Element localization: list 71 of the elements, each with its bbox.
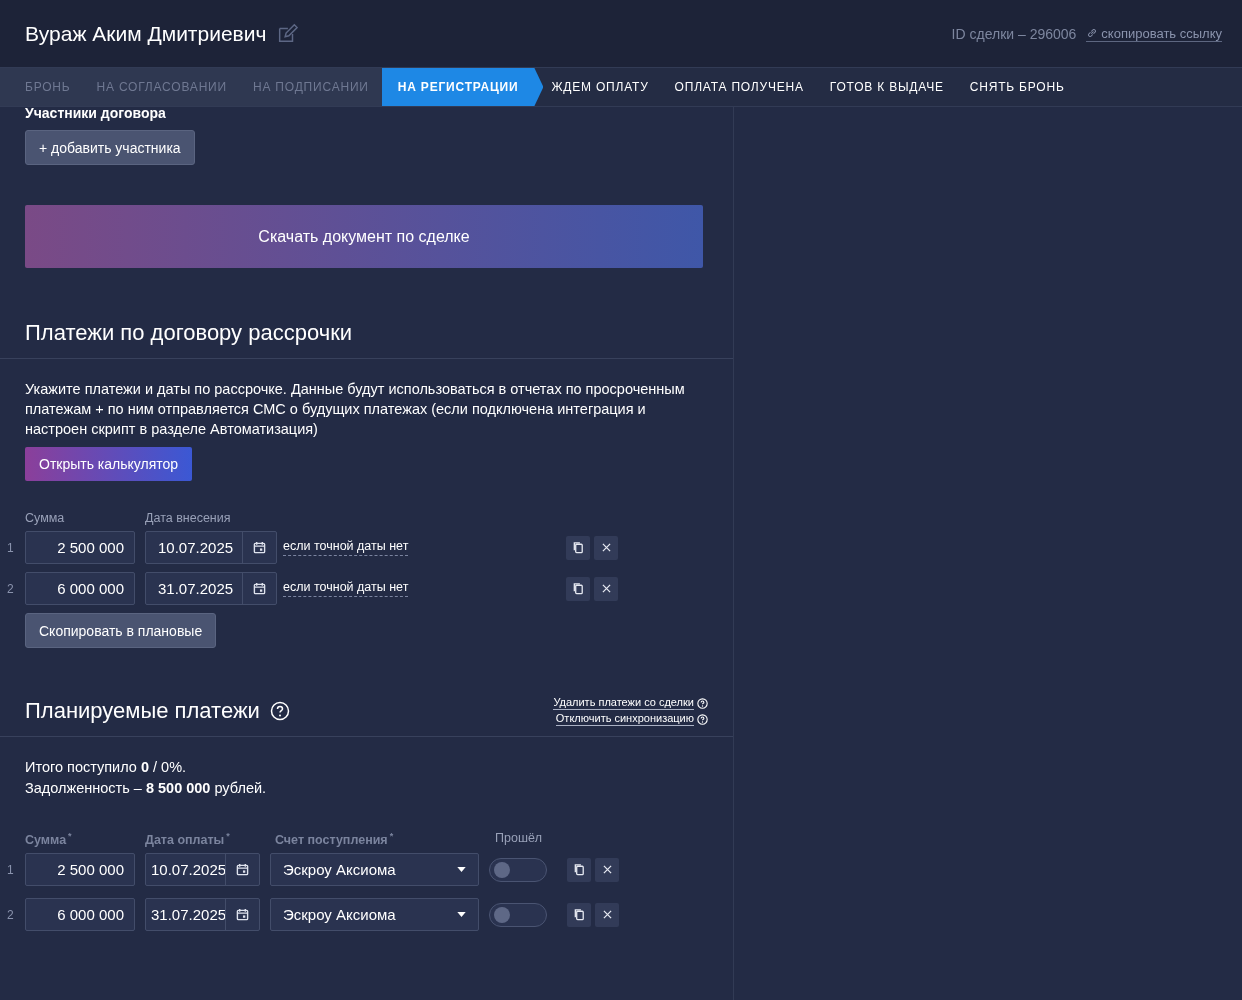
no-date-link[interactable]: если точной даты нет: [283, 539, 409, 556]
duplicate-button[interactable]: [567, 857, 591, 882]
status-tab[interactable]: ЖДЕМ ОПЛАТУ: [543, 68, 662, 106]
close-button[interactable]: [594, 576, 618, 601]
close-icon: [601, 584, 611, 593]
column-label: Дата оплаты $^{*}$: [145, 831, 231, 848]
date-field[interactable]: 10.07.2025: [145, 853, 260, 887]
toggle-switch[interactable]: [489, 902, 547, 927]
debt-text: Задолженность – 8 500 000 рублей.: [25, 779, 268, 798]
date-field[interactable]: 31.07.2025: [145, 898, 260, 932]
link-icon: [1086, 27, 1099, 39]
help-icon[interactable]: [269, 701, 290, 721]
caret-icon: [457, 867, 466, 873]
copy-icon: [572, 863, 586, 877]
status-tab[interactable]: ОПЛАТА ПОЛУЧЕНА: [661, 68, 817, 106]
date-field[interactable]: 10.07.2025: [145, 531, 277, 564]
deal-id: ID сделки – 296006: [951, 25, 1077, 42]
calendar-icon[interactable]: [236, 863, 249, 877]
close-button[interactable]: [594, 535, 618, 560]
calculator-button[interactable]: Открыть калькулятор: [25, 447, 193, 481]
amount-field[interactable]: 2 500 000: [25, 853, 135, 887]
status-tab[interactable]: ГОТОВ К ВЫДАЧЕ: [816, 68, 957, 106]
duplicate-button[interactable]: [567, 902, 591, 927]
status-tab[interactable]: НА РЕГИСТРАЦИИ: [381, 68, 544, 106]
column-label: Дата внесения: [145, 511, 231, 525]
total-text: Итого поступило 0 / 0%.: [25, 758, 188, 777]
action-link[interactable]: Удалить платежи со сделки: [553, 696, 694, 710]
action-link[interactable]: Отключить синхронизацию: [555, 712, 694, 726]
copy-icon: [572, 908, 586, 922]
amount-field[interactable]: 2 500 000: [25, 531, 135, 564]
caret-icon: [457, 912, 466, 918]
help-icon[interactable]: [697, 697, 708, 709]
copy-link[interactable]: скопировать ссылку: [1086, 25, 1222, 42]
row-number: 2: [7, 907, 14, 922]
calendar-icon[interactable]: [253, 541, 266, 554]
column-label: Сумма: [25, 511, 66, 525]
help-icon[interactable]: [697, 713, 708, 725]
column-label: Прошёл: [495, 831, 543, 847]
description-text: Укажите платежи и даты по рассрочке. Данные будут использоваться в отчетах по просроченным платежам + по ним отправляется СМС о будущих платежах (если подключена интеграция и настроен скрипт в разделе Автоматизация): [25, 380, 686, 439]
section-title: Платежи по договору рассрочки: [0, 320, 733, 359]
account-dropdown[interactable]: Эскроу Аксиома: [270, 853, 479, 887]
row-number: 1: [7, 862, 14, 877]
duplicate-button[interactable]: [566, 576, 590, 601]
section-title: Планируемые платежи: [25, 698, 260, 724]
copy-icon: [571, 541, 585, 554]
download-button[interactable]: Скачать документ по сделке: [25, 205, 703, 268]
copy-icon: [571, 582, 585, 595]
add-participant-button[interactable]: + добавить участника: [25, 130, 195, 165]
column-label: Счет поступления $^{*}$: [275, 831, 395, 848]
calendar-icon[interactable]: [236, 908, 249, 922]
column-label: Сумма $^{*}$: [25, 831, 73, 848]
no-date-link[interactable]: если точной даты нет: [283, 580, 409, 597]
close-icon: [602, 865, 612, 875]
close-button[interactable]: [595, 857, 619, 882]
close-button[interactable]: [595, 902, 619, 927]
duplicate-button[interactable]: [566, 535, 590, 560]
close-icon: [602, 910, 612, 920]
page-title: Вураж Аким Дмитриевич: [25, 21, 267, 46]
amount-field[interactable]: 6 000 000: [25, 572, 135, 605]
calendar-icon[interactable]: [253, 582, 266, 595]
section-label: Участники договора: [25, 107, 167, 121]
toggle-switch[interactable]: [489, 857, 547, 882]
amount-field[interactable]: 6 000 000: [25, 898, 135, 932]
copy-to-planned-button[interactable]: Скопировать в плановые: [25, 613, 217, 648]
date-field[interactable]: 31.07.2025: [145, 572, 277, 605]
row-number: 2: [7, 581, 14, 596]
close-icon: [601, 543, 611, 552]
edit-icon[interactable]: [276, 22, 299, 45]
account-dropdown[interactable]: Эскроу Аксиома: [270, 898, 479, 932]
status-tab[interactable]: СНЯТЬ БРОНЬ: [956, 68, 1078, 106]
row-number: 1: [7, 540, 14, 555]
